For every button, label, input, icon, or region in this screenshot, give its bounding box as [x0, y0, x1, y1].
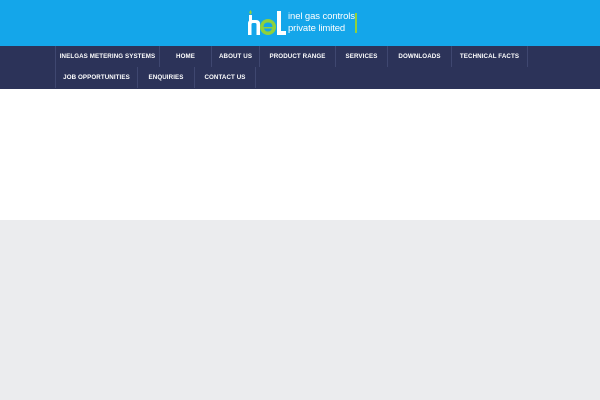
logo-text-line1: inel gas controls: [288, 11, 355, 22]
nav-item-enquiries[interactable]: ENQUIRIES: [137, 67, 194, 88]
page-background-section: [0, 220, 600, 400]
main-navigation: INELGAS METERING SYSTEMS HOME ABOUT US P…: [0, 46, 600, 89]
site-header: inel gas controls private limited: [0, 0, 600, 46]
nav-item-job-opportunities[interactable]: JOB OPPORTUNITIES: [55, 67, 137, 88]
logo-text: inel gas controls private limited: [288, 11, 355, 34]
nav-item-home[interactable]: HOME: [159, 46, 211, 67]
nav-item-product-range[interactable]: PRODUCT RANGE: [259, 46, 335, 67]
nav-list: INELGAS METERING SYSTEMS HOME ABOUT US P…: [55, 46, 535, 89]
nav-item-services[interactable]: SERVICES: [335, 46, 387, 67]
nav-item-inelgas-metering-systems[interactable]: INELGAS METERING SYSTEMS: [55, 46, 159, 67]
nav-item-technical-facts[interactable]: TECHNICAL FACTS: [451, 46, 528, 67]
nav-item-downloads[interactable]: DOWNLOADS: [387, 46, 451, 67]
logo-text-line2: private limited: [288, 22, 346, 34]
nav-item-contact-us[interactable]: CONTACT US: [194, 67, 256, 88]
company-logo[interactable]: inel gas controls private limited: [246, 9, 358, 37]
logo-accent-bar: [355, 13, 357, 33]
nav-item-about-us[interactable]: ABOUT US: [211, 46, 259, 67]
main-content-area: [0, 89, 600, 220]
logo-mark-icon: [248, 10, 286, 35]
